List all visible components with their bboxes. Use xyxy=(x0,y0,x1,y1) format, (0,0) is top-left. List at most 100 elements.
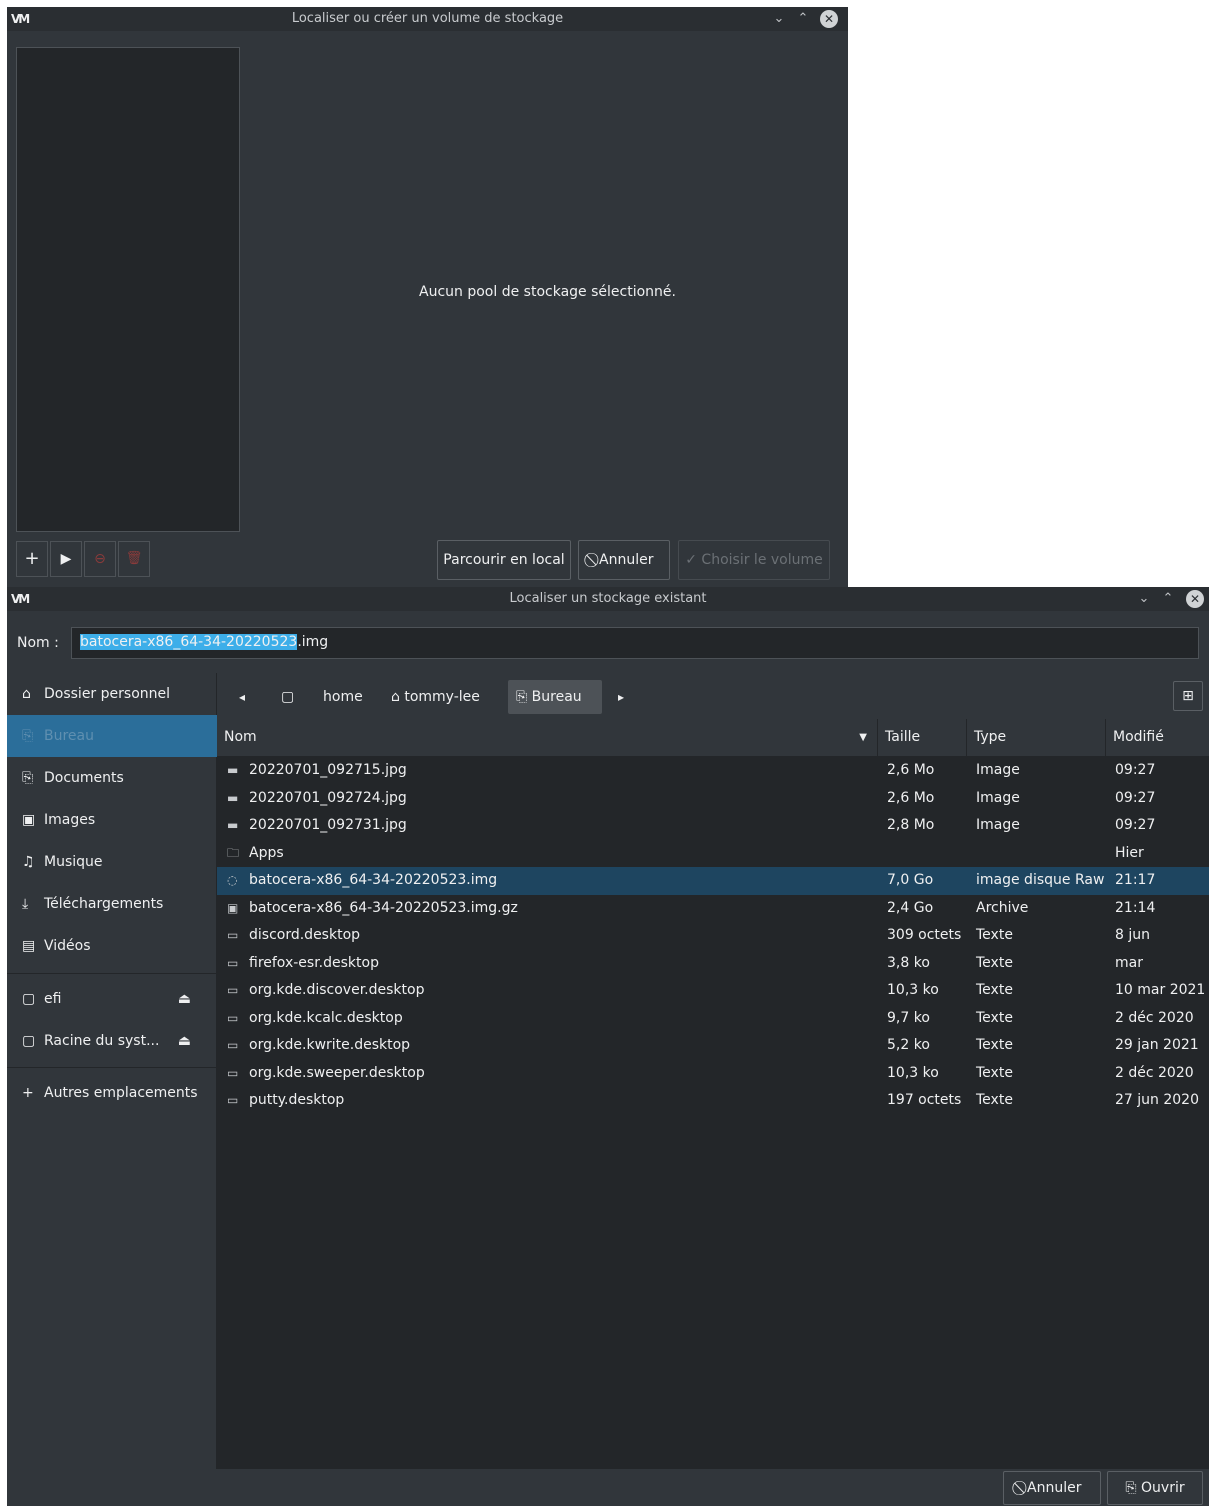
file-name-cell: ◌ batocera-x86_64-34-20220523.img xyxy=(227,867,497,895)
eject-icon[interactable]: ⏏ xyxy=(178,978,191,1020)
sidebar-item-images[interactable]: ▣ Images xyxy=(7,799,217,841)
sidebar-item-root[interactable]: ▢ Racine du syst... ⏏ xyxy=(7,1020,217,1062)
maximize-icon[interactable]: ⌃ xyxy=(1159,590,1177,608)
maximize-icon[interactable]: ⌃ xyxy=(794,10,812,28)
file-row[interactable]: ▬ 20220701_092724.jpg 2,6 Mo Image 09:27 xyxy=(217,785,1209,813)
file-row[interactable]: ▬ 20220701_092715.jpg 2,6 Mo Image 09:27 xyxy=(217,757,1209,785)
path-back-icon[interactable]: ◂ xyxy=(231,680,253,714)
column-type[interactable]: Type xyxy=(967,719,1106,756)
home-icon: ⌂ xyxy=(22,686,31,702)
sort-down-icon: ▼ xyxy=(859,732,867,743)
file-size: 9,7 ko xyxy=(887,1009,930,1026)
file-name-cell: ▭ firefox-esr.desktop xyxy=(227,950,379,978)
minimize-icon[interactable]: ⌄ xyxy=(770,10,788,28)
file-modified: 29 jan 2021 xyxy=(1115,1037,1199,1053)
file-row[interactable]: ▭ firefox-esr.desktop 3,8 ko Texte mar xyxy=(217,950,1209,978)
cancel-button[interactable]: ⃠ Annuler xyxy=(1003,1471,1101,1505)
file-row[interactable]: ▭ org.kde.kcalc.desktop 9,7 ko Texte 2 déc 2… xyxy=(217,1005,1209,1033)
file-row[interactable]: ▭ org.kde.sweeper.desktop 10,3 ko Texte 2 dé… xyxy=(217,1060,1209,1088)
sidebar-divider xyxy=(7,973,217,974)
path-root-drive-icon[interactable]: ▢ xyxy=(273,680,302,714)
file-name-cell: ▭ org.kde.sweeper.desktop xyxy=(227,1060,425,1088)
path-crumb-home[interactable]: home xyxy=(315,680,371,714)
sidebar-item-documents[interactable]: ⎘ Documents xyxy=(7,757,217,799)
title-bar: VM Localiser ou créer un volume de stock… xyxy=(7,7,848,31)
file-row[interactable]: ▣ batocera-x86_64-34-20220523.img.gz 2,4 G… xyxy=(217,895,1209,923)
file-size: 7,0 Go xyxy=(887,872,934,888)
file-row[interactable]: 🗀 Apps Hier xyxy=(217,840,1209,868)
column-size[interactable]: Taille xyxy=(878,719,967,756)
sidebar-item-label: Documents xyxy=(44,770,124,786)
file-name: batocera-x86_64-34-20220523.img.gz xyxy=(249,899,518,916)
file-list[interactable]: Nom ▼ Taille Type Modifié ▬ 20220701_09271… xyxy=(217,719,1209,1469)
add-pool-button[interactable]: + xyxy=(16,541,48,577)
column-modified[interactable]: Modifié xyxy=(1106,719,1209,756)
file-type-icon: ▭ xyxy=(227,1065,239,1080)
start-pool-button[interactable]: ▶ xyxy=(50,541,82,577)
stop-pool-button[interactable]: ⊖ xyxy=(84,541,116,577)
documents-icon: ⎘ xyxy=(22,770,34,786)
file-name-cell: ▭ org.kde.discover.desktop xyxy=(227,977,424,1005)
file-type-icon: ▭ xyxy=(227,955,239,970)
file-type: Texte xyxy=(976,1064,1013,1081)
file-row[interactable]: ▬ 20220701_092731.jpg 2,8 Mo Image 09:27 xyxy=(217,812,1209,840)
file-list-header: Nom ▼ Taille Type Modifié xyxy=(217,719,1209,756)
sidebar-item-videos[interactable]: ▤ Vidéos xyxy=(7,925,217,967)
sidebar-item-downloads[interactable]: ⤓ Téléchargements xyxy=(7,883,217,925)
choose-volume-button[interactable]: ✓ Choisir le volume xyxy=(678,540,830,580)
file-size: 10,3 ko xyxy=(887,1064,939,1081)
file-size: 2,6 Mo xyxy=(887,789,935,806)
file-name-cell: ▭ putty.desktop xyxy=(227,1087,344,1115)
file-row[interactable]: ▭ putty.desktop 197 octets Texte 27 jun 2020 xyxy=(217,1087,1209,1115)
minimize-icon[interactable]: ⌄ xyxy=(1135,590,1153,608)
file-type: image disque Raw xyxy=(976,872,1105,888)
column-name[interactable]: Nom ▼ xyxy=(217,719,878,756)
locate-storage-dialog: VM Localiser un stockage existant ⌄ ⌃ ✕ … xyxy=(7,587,1209,1506)
sidebar-item-label: Racine du syst... xyxy=(44,1033,160,1049)
cancel-button[interactable]: ⃠ Annuler xyxy=(578,540,670,580)
delete-pool-button[interactable]: 🗑 xyxy=(118,541,150,577)
sidebar-item-music[interactable]: ♫ Musique xyxy=(7,841,217,883)
file-type-icon: ▭ xyxy=(227,1093,239,1107)
file-type: Texte xyxy=(976,982,1013,998)
storage-pool-list[interactable] xyxy=(16,47,240,532)
file-row[interactable]: ▭ org.kde.discover.desktop 10,3 ko Texte 10 … xyxy=(217,977,1209,1005)
file-name: putty.desktop xyxy=(249,1092,345,1108)
file-modified: 21:17 xyxy=(1115,872,1156,888)
path-crumb-desktop[interactable]: ⎘ Bureau xyxy=(508,680,602,714)
path-forward-icon[interactable]: ▸ xyxy=(610,680,632,714)
file-row[interactable]: ▭ org.kde.kwrite.desktop 5,2 ko Texte 29 jan… xyxy=(217,1032,1209,1060)
file-type: Texte xyxy=(976,1037,1013,1053)
sidebar-item-home[interactable]: ⌂ Dossier personnel xyxy=(7,673,217,715)
close-icon[interactable]: ✕ xyxy=(1186,590,1204,608)
close-icon[interactable]: ✕ xyxy=(820,10,838,28)
sidebar-item-efi[interactable]: ▢ efi ⏏ xyxy=(7,978,217,1020)
file-name-cell: 🗀 Apps xyxy=(227,840,284,868)
sidebar-item-desktop[interactable]: ⎘ Bureau xyxy=(7,715,217,757)
new-folder-icon[interactable]: ⊞ xyxy=(1173,681,1203,711)
window-title: Localiser ou créer un volume de stockage xyxy=(291,11,564,26)
filename-input[interactable]: batocera-x86_64-34-20220523.img xyxy=(71,627,1199,659)
file-type: Image xyxy=(976,762,1020,778)
browse-local-button[interactable]: Parcourir en local xyxy=(437,540,571,580)
file-modified: mar xyxy=(1115,954,1143,971)
eject-icon[interactable]: ⏏ xyxy=(178,1020,191,1062)
file-modified: 09:27 xyxy=(1115,817,1156,833)
file-type-icon: ▭ xyxy=(227,1010,239,1025)
file-type: Archive xyxy=(976,899,1029,916)
file-row[interactable]: ◌ batocera-x86_64-34-20220523.img 7,0 Go im… xyxy=(217,867,1209,895)
file-row[interactable]: ▭ discord.desktop 309 octets Texte 8 jun xyxy=(217,922,1209,950)
file-type-icon: ▣ xyxy=(227,900,239,915)
dialog-footer: ⃠ Annuler ⎘ Ouvrir xyxy=(7,1469,1209,1506)
file-type: Texte xyxy=(976,1009,1013,1026)
file-name: 20220701_092731.jpg xyxy=(249,817,407,833)
path-crumb-user[interactable]: ⌂ tommy-lee xyxy=(383,680,488,714)
file-type-icon: ▬ xyxy=(227,763,239,777)
file-name-cell: ▭ org.kde.kwrite.desktop xyxy=(227,1032,410,1060)
sidebar-item-other-locations[interactable]: + Autres emplacements xyxy=(7,1072,217,1114)
file-name: Apps xyxy=(249,844,284,861)
file-name: org.kde.sweeper.desktop xyxy=(249,1064,425,1081)
open-button[interactable]: ⎘ Ouvrir xyxy=(1107,1471,1203,1505)
file-modified: 2 déc 2020 xyxy=(1115,1064,1194,1081)
filename-selected-text: batocera-x86_64-34-20220523 xyxy=(80,634,298,650)
